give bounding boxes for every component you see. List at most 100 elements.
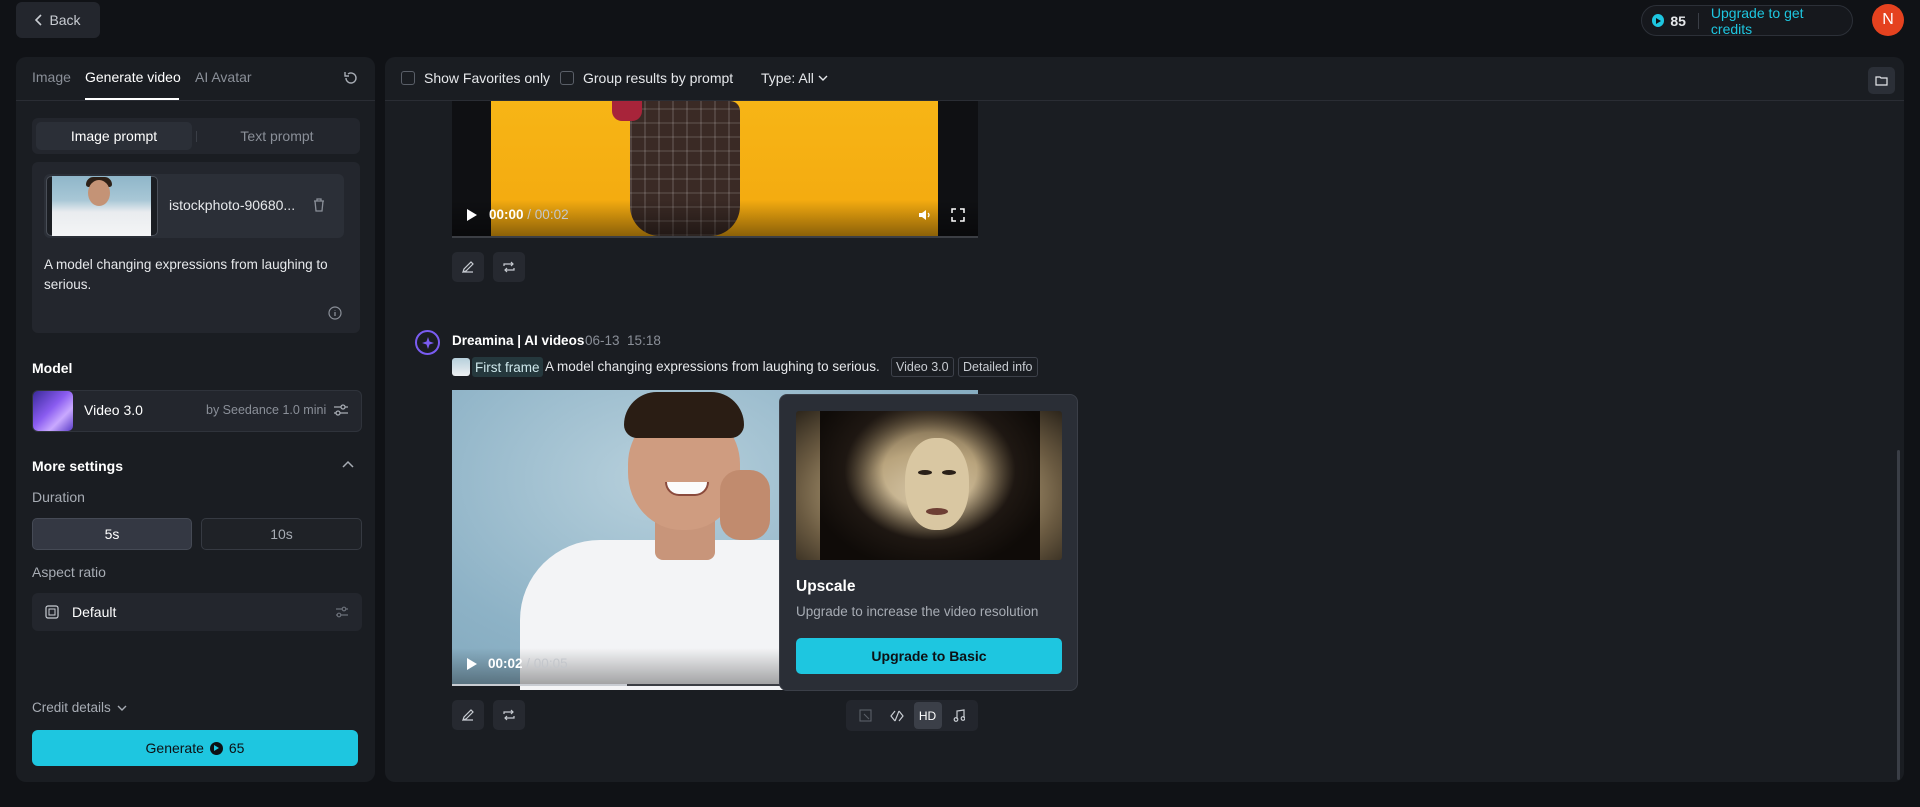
- crop-icon: [859, 709, 872, 722]
- tab-generate-video[interactable]: Generate video: [85, 69, 181, 85]
- results-scrollbar[interactable]: [1897, 450, 1900, 780]
- aspect-ratio-icon: [45, 605, 59, 619]
- text-prompt-tab[interactable]: Text prompt: [198, 122, 356, 150]
- entry-timestamp: 06-13 15:18: [585, 333, 661, 348]
- detailed-info-tag[interactable]: Detailed info: [958, 357, 1038, 377]
- model-thumbnail: [33, 391, 73, 431]
- generate-button[interactable]: Generate 65: [32, 730, 358, 766]
- soundtrack-button[interactable]: [945, 702, 973, 729]
- image-prompt-tab[interactable]: Image prompt: [36, 122, 192, 150]
- credit-details-label: Credit details: [32, 700, 111, 715]
- history-icon[interactable]: [343, 70, 359, 86]
- video-2-hair: [624, 392, 744, 438]
- video-1-flowers: [612, 101, 642, 121]
- video-1-current-time: 00:00: [489, 207, 524, 222]
- sliders-icon[interactable]: [333, 403, 349, 417]
- upgrade-to-basic-button[interactable]: Upgrade to Basic: [796, 638, 1062, 674]
- info-icon[interactable]: [328, 306, 342, 320]
- credits-divider: [1697, 12, 1699, 29]
- prompt-mode-divider: [196, 131, 197, 142]
- popup-title: Upscale: [796, 578, 856, 595]
- generate-cost: 65: [228, 740, 245, 756]
- duration-5s-button[interactable]: 5s: [32, 518, 192, 550]
- chevron-up-icon[interactable]: [342, 460, 354, 468]
- regenerate-button[interactable]: [493, 252, 525, 282]
- favorites-checkbox[interactable]: [401, 71, 415, 85]
- credits-pill[interactable]: 85 Upgrade to get credits: [1641, 5, 1853, 37]
- video-2-current-time: 00:02: [488, 656, 523, 671]
- aspect-ratio-label: Aspect ratio: [32, 564, 106, 580]
- hd-upscale-button[interactable]: HD: [913, 702, 942, 729]
- diamond-arrows-icon: [889, 710, 904, 721]
- frame-interpolation-button[interactable]: [883, 702, 911, 729]
- chevron-down-icon: [818, 75, 828, 81]
- model-name: Video 3.0: [84, 402, 143, 418]
- trash-icon[interactable]: [312, 197, 326, 213]
- back-label: Back: [49, 12, 81, 28]
- preview-eye: [918, 470, 932, 475]
- credit-coin-icon: [209, 741, 223, 755]
- duration-label: Duration: [32, 489, 85, 505]
- entry-date: 06-13: [585, 333, 620, 348]
- user-avatar[interactable]: N: [1872, 4, 1904, 36]
- credit-count: 85: [1670, 12, 1686, 29]
- video-2-time: 00:02 / 00:05: [488, 656, 568, 671]
- generate-label: Generate: [145, 740, 204, 756]
- upgrade-credits-link[interactable]: Upgrade to get credits: [1711, 5, 1842, 37]
- video-2-progress-fill: [452, 684, 627, 686]
- back-button[interactable]: Back: [16, 2, 100, 38]
- chevron-left-icon: [35, 14, 43, 26]
- thumbnail-face: [88, 180, 110, 206]
- preview-lips: [926, 508, 948, 515]
- preview-face: [905, 438, 969, 530]
- model-provider: by Seedance 1.0 mini: [206, 403, 327, 417]
- repeat-icon: [503, 709, 515, 721]
- folder-icon: [1875, 76, 1888, 86]
- video-1-progress[interactable]: [452, 236, 978, 238]
- sliders-icon[interactable]: [335, 606, 349, 618]
- tab-ai-avatar[interactable]: AI Avatar: [195, 69, 252, 85]
- aspect-ratio-value: Default: [72, 604, 117, 620]
- video-edit-toolbar: HD: [846, 700, 978, 731]
- play-icon[interactable]: [467, 658, 477, 670]
- entry-prompt: A model changing expressions from laughi…: [545, 359, 880, 374]
- video-2-hand: [720, 470, 770, 540]
- pencil-icon: [462, 261, 474, 273]
- type-filter-dropdown[interactable]: Type: All: [761, 70, 828, 86]
- edit-button[interactable]: [452, 252, 484, 282]
- entry-source: Dreamina | AI videos: [452, 333, 585, 348]
- credit-coin-icon: [1652, 14, 1665, 27]
- pencil-icon: [462, 709, 474, 721]
- regenerate-button[interactable]: [493, 700, 525, 730]
- group-checkbox[interactable]: [560, 71, 574, 85]
- folder-button[interactable]: [1868, 67, 1895, 94]
- volume-icon[interactable]: [918, 208, 932, 222]
- fullscreen-icon[interactable]: [951, 208, 965, 222]
- first-frame-thumbnail: [452, 358, 470, 376]
- music-note-icon: [953, 709, 965, 722]
- play-icon[interactable]: [467, 209, 477, 221]
- dreamina-logo-icon: [415, 330, 440, 355]
- extend-button[interactable]: [852, 702, 880, 729]
- edit-button[interactable]: [452, 700, 484, 730]
- model-tag: Video 3.0: [891, 357, 954, 377]
- duration-10s-button[interactable]: 10s: [201, 518, 362, 550]
- more-settings-heading[interactable]: More settings: [32, 458, 123, 474]
- model-heading: Model: [32, 360, 73, 376]
- uploaded-file-name: istockphoto-90680...: [169, 197, 296, 213]
- video-1-total-time: / 00:02: [527, 207, 569, 222]
- prompt-textarea[interactable]: A model changing expressions from laughi…: [44, 255, 344, 295]
- group-label: Group results by prompt: [583, 70, 734, 86]
- favorites-label: Show Favorites only: [424, 70, 551, 86]
- repeat-icon: [503, 261, 515, 273]
- type-filter-label: Type: All: [761, 70, 814, 86]
- tab-image[interactable]: Image: [32, 69, 71, 85]
- chevron-down-icon: [117, 705, 127, 711]
- entry-time: 15:18: [627, 333, 661, 348]
- credit-details-toggle[interactable]: Credit details: [32, 700, 127, 715]
- video-2-total-time: / 00:05: [526, 656, 568, 671]
- tabs-divider: [16, 100, 375, 101]
- popup-description: Upgrade to increase the video resolution: [796, 604, 1039, 619]
- preview-eye: [942, 470, 956, 475]
- first-frame-tag[interactable]: First frame: [472, 357, 543, 377]
